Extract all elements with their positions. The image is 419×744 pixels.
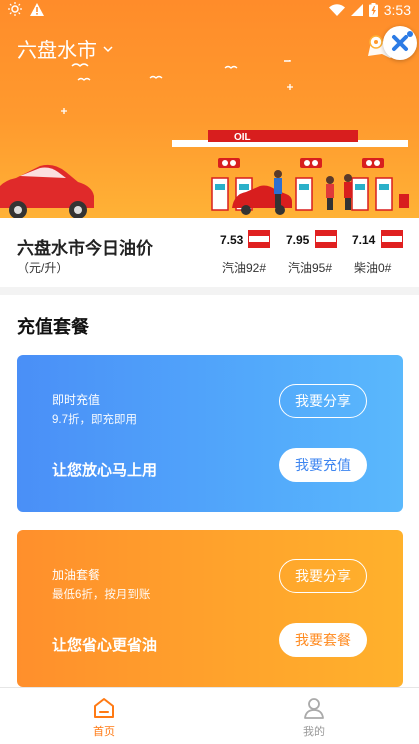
warning-icon <box>30 2 44 16</box>
weather-icon <box>8 2 22 16</box>
price-unit: （元/升） <box>17 261 69 275</box>
price-title: 六盘水市今日油价 <box>17 239 153 258</box>
share-button[interactable]: 我要分享 <box>279 384 367 418</box>
tab-label: 我的 <box>303 726 325 738</box>
chevron-down-icon <box>103 46 113 53</box>
instant-recharge-card: 即时充值 9.7折，即充即用 让您放心马上用 我要分享 我要充值 <box>17 355 403 512</box>
wifi-icon <box>328 4 345 16</box>
signal-icon <box>350 4 363 16</box>
clock: 3:53 <box>383 2 411 18</box>
oil-price-card: 六盘水市今日油价 （元/升） 7.53 汽油92# 7.95 汽油95# 7.1… <box>0 218 419 287</box>
gas-station-illustration: OIL <box>0 60 409 218</box>
section-title: 充值套餐 <box>17 317 89 337</box>
recharge-packages-section: 充值套餐 即时充值 9.7折，即充即用 让您放心马上用 我要分享 我要充值 加油… <box>0 295 419 687</box>
fuel-type-label: 汽油92# <box>222 261 267 275</box>
package-title: 加油套餐 <box>52 568 101 582</box>
package-title: 即时充值 <box>52 393 101 407</box>
package-desc: 最低6折，按月到账 <box>52 589 151 601</box>
fuel-price-diesel: 7.14 柴油0# <box>352 230 412 282</box>
city-selector[interactable]: 六盘水市 <box>17 34 113 63</box>
user-icon <box>304 698 324 719</box>
fuel-type-label: 汽油95# <box>288 261 333 275</box>
package-slogan: 让您省心更省油 <box>52 637 158 654</box>
tab-mine[interactable]: 我的 <box>284 696 344 739</box>
hero-banner: 3:53 六盘水市 OIL <box>0 0 419 218</box>
fuel-price-92: 7.53 汽油92# <box>220 230 280 282</box>
status-bar: 3:53 <box>0 0 419 20</box>
home-icon <box>94 698 114 718</box>
tab-label: 首页 <box>93 726 115 738</box>
fuel-price-value: 7.14 <box>352 233 376 247</box>
recharge-button[interactable]: 我要充值 <box>279 448 367 482</box>
buy-package-button[interactable]: 我要套餐 <box>279 623 367 657</box>
price-flag-icon <box>381 230 403 248</box>
fuel-price-value: 7.53 <box>220 233 244 247</box>
fuel-price-value: 7.95 <box>286 233 310 247</box>
bottom-tab-bar: 首页 我的 <box>0 687 419 744</box>
package-desc: 9.7折，即充即用 <box>52 414 137 426</box>
floating-close-button[interactable] <box>383 26 417 60</box>
city-label: 六盘水市 <box>17 40 97 62</box>
price-flag-icon <box>315 230 337 248</box>
fuel-type-label: 柴油0# <box>354 261 392 275</box>
fuel-price-95: 7.95 汽油95# <box>286 230 346 282</box>
package-slogan: 让您放心马上用 <box>52 462 158 479</box>
price-flag-icon <box>248 230 270 248</box>
app-screen: 3:53 六盘水市 OIL 六盘水市今日油价 （元/升） 7.53 汽油92# … <box>0 0 419 744</box>
close-icon <box>392 31 413 51</box>
oil-sign-text: OIL <box>234 132 251 143</box>
battery-icon <box>368 3 378 17</box>
fuel-package-card: 加油套餐 最低6折，按月到账 让您省心更省油 我要分享 我要套餐 <box>17 530 403 687</box>
share-button[interactable]: 我要分享 <box>279 559 367 593</box>
tab-home[interactable]: 首页 <box>74 696 134 739</box>
